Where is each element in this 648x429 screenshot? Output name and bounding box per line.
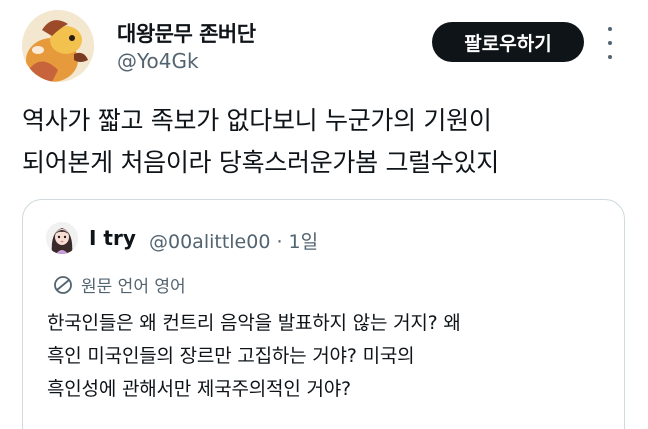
follow-button[interactable]: 팔로우하기 [432,22,584,62]
author-avatar[interactable] [22,10,94,82]
quoted-text-line: 한국인들은 왜 컨트리 음악을 발표하지 않는 거지? 왜 [47,312,461,334]
quoted-text-line: 흑인 미국인들의 장르만 고집하는 거야? 미국의 [47,345,415,367]
cartoon-character-avatar-icon [22,10,94,82]
author-handle[interactable]: @Yo4Gk [117,49,199,73]
quoted-author-handle[interactable]: @00alittle00 [149,231,270,253]
quoted-tweet-time[interactable]: · 1일 [276,231,318,253]
more-vertical-icon[interactable] [605,27,615,59]
tweet-text-line: 되어본게 처음이라 당혹스러운가봄 그럴수있지 [22,148,499,177]
quoted-author-name[interactable]: I try [89,226,136,250]
tweet-text-line: 역사가 짧고 족보가 없다보니 누군가의 기원이 [22,106,492,135]
girl-avatar-icon [46,222,78,254]
quoted-tweet-card[interactable]: I try @00alittle00 · 1일 원문 언어 영어 한국인들은 왜… [22,199,625,429]
tweet-view: 대왕문무 존버단 @Yo4Gk 팔로우하기 역사가 짧고 족보가 없다보니 누군… [0,0,648,429]
translation-label: 원문 언어 영어 [81,277,186,297]
translation-notice[interactable]: 원문 언어 영어 [53,272,186,297]
quoted-text-line: 흑인성에 관해서만 제국주의적인 거야? [47,378,351,400]
more-dot [608,55,612,59]
quoted-author-avatar[interactable] [46,222,78,254]
more-dot [608,41,612,45]
more-dot [608,27,612,31]
quoted-tweet-text: 한국인들은 왜 컨트리 음악을 발표하지 않는 거지? 왜 흑인 미국인들의 장… [47,307,617,406]
quoted-author-handle-and-time[interactable]: @00alittle00 · 1일 [149,227,318,254]
translate-globe-icon [54,275,72,294]
author-name[interactable]: 대왕문무 존버단 [117,18,256,48]
tweet-text: 역사가 짧고 족보가 없다보니 누군가의 기원이 되어본게 처음이라 당혹스러운… [22,100,632,184]
